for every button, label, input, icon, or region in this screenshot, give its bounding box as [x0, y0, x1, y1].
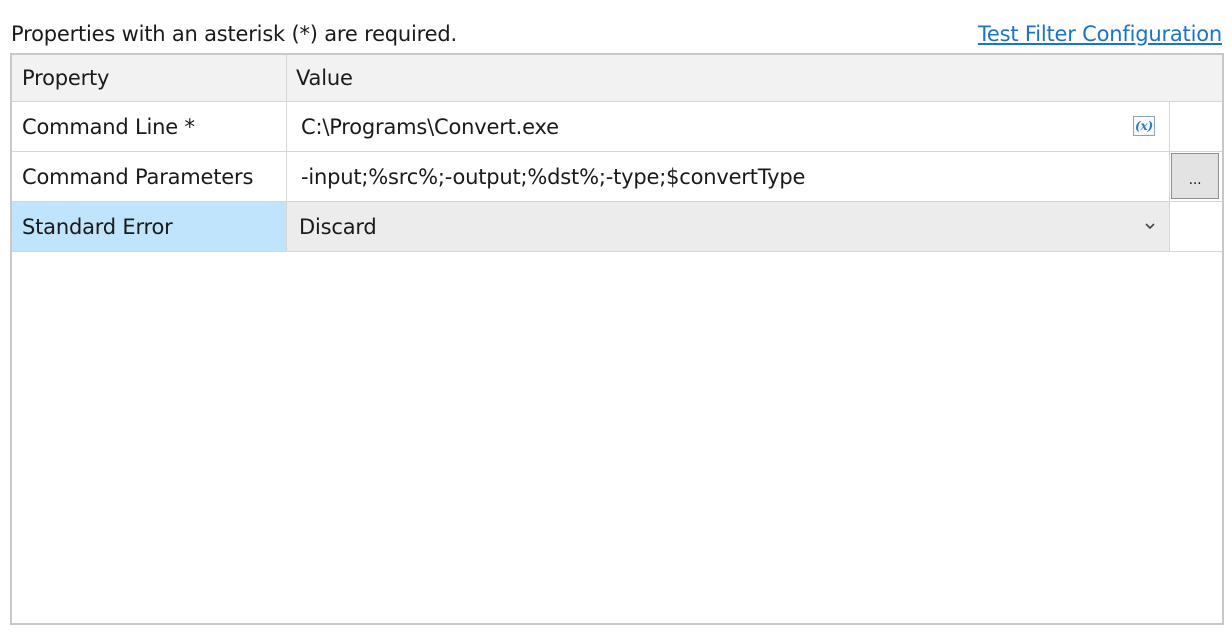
grid-header: Property Value	[12, 55, 1222, 102]
command-parameters-value[interactable]: -input;%src%;-output;%dst%;-type;$conver…	[301, 165, 805, 189]
property-grid: Property Value Command Line * C:\Program…	[10, 53, 1224, 625]
required-hint: Properties with an asterisk (*) are requ…	[11, 22, 457, 46]
chevron-down-icon[interactable]	[1143, 219, 1157, 233]
edit-parameters-button[interactable]: ...	[1171, 153, 1219, 199]
standard-error-selected-value[interactable]: Discard	[299, 215, 377, 239]
command-line-input[interactable]: C:\Programs\Convert.exe (x)	[287, 102, 1169, 151]
column-header-spacer	[1169, 55, 1222, 101]
property-name: Command Parameters	[12, 152, 287, 201]
row-action-cell	[1169, 102, 1222, 151]
standard-error-dropdown[interactable]: Discard	[287, 202, 1169, 251]
column-header-property: Property	[12, 55, 287, 101]
property-row-command-parameters[interactable]: Command Parameters -input;%src%;-output;…	[12, 152, 1222, 202]
property-name: Standard Error	[12, 202, 287, 251]
command-parameters-input[interactable]: -input;%src%;-output;%dst%;-type;$conver…	[287, 152, 1169, 201]
property-name: Command Line *	[12, 102, 287, 151]
command-line-value[interactable]: C:\Programs\Convert.exe	[301, 115, 559, 139]
column-header-value: Value	[296, 66, 353, 90]
row-action-cell	[1169, 202, 1222, 251]
variable-icon[interactable]: (x)	[1133, 116, 1155, 136]
test-filter-configuration-link[interactable]: Test Filter Configuration	[978, 19, 1222, 49]
property-row-command-line[interactable]: Command Line * C:\Programs\Convert.exe (…	[12, 102, 1222, 152]
row-action-cell: ...	[1169, 152, 1222, 201]
property-row-standard-error[interactable]: Standard Error Discard	[12, 202, 1222, 252]
